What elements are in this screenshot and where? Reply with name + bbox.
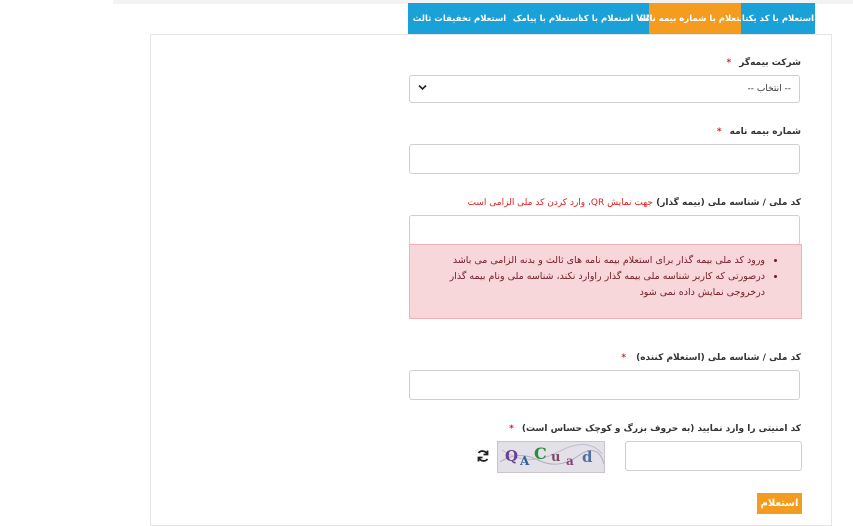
national-id-label: کد ملی / شناسه ملی (بیمه گذار) جهت نمایش… — [467, 198, 801, 208]
national-id-note: جهت نمایش QR، وارد کردن کد ملی الزامی اس… — [467, 198, 653, 208]
national-id-input[interactable] — [409, 215, 800, 245]
tab-sms[interactable]: استعلام با پیامک — [511, 3, 583, 34]
refresh-captcha-icon[interactable] — [476, 448, 490, 464]
alert-item: ورود کد ملی بیمه گذار برای استعلام بیمه … — [420, 253, 765, 269]
inquirer-id-label: کد ملی / شناسه ملی (استعلام کننده)* — [621, 353, 801, 363]
policy-number-input[interactable] — [409, 144, 800, 174]
chevron-down-icon — [418, 84, 427, 94]
required-mark: * — [509, 424, 514, 434]
inquirer-id-input[interactable] — [409, 370, 800, 400]
policy-number-label: شماره بیمه نامه* — [716, 127, 801, 137]
inquiry-tabs: استعلام با کد یکتا استعلام با شماره بیمه… — [408, 3, 815, 34]
captcha-char: C — [534, 444, 547, 463]
captcha-char: u — [551, 450, 561, 465]
alert-item: درصورتی که کاربر شناسه ملی بیمه گذار راو… — [420, 269, 765, 301]
required-mark: * — [621, 353, 627, 363]
tab-policy-number[interactable]: استعلام با شماره بیمه نامه — [639, 3, 751, 34]
tab-third-party-discounts[interactable]: استعلام تخفیفات ثالث — [408, 3, 511, 34]
info-alert: ورود کد ملی بیمه گذار برای استعلام بیمه … — [409, 244, 802, 319]
captcha-char: d — [582, 448, 593, 466]
tab-unique-code[interactable]: استعلام با کد یکتا — [741, 3, 815, 34]
captcha-label: کد امنیتی را وارد نمایید (به حروف بزرگ و… — [509, 424, 801, 434]
required-mark: * — [726, 58, 732, 68]
captcha-char: A — [520, 454, 530, 468]
submit-button[interactable]: استعلام — [757, 493, 802, 514]
insurer-select[interactable]: -- انتخاب -- — [409, 75, 800, 103]
insurer-select-value: -- انتخاب -- — [747, 84, 791, 94]
insurer-label: شرکت بیمه‌گر* — [726, 58, 801, 68]
captcha-image: Q A C u a d — [497, 441, 605, 473]
captcha-char: a — [566, 454, 574, 468]
captcha-char: Q — [505, 447, 519, 465]
required-mark: * — [716, 127, 722, 137]
captcha-input[interactable] — [625, 441, 802, 471]
